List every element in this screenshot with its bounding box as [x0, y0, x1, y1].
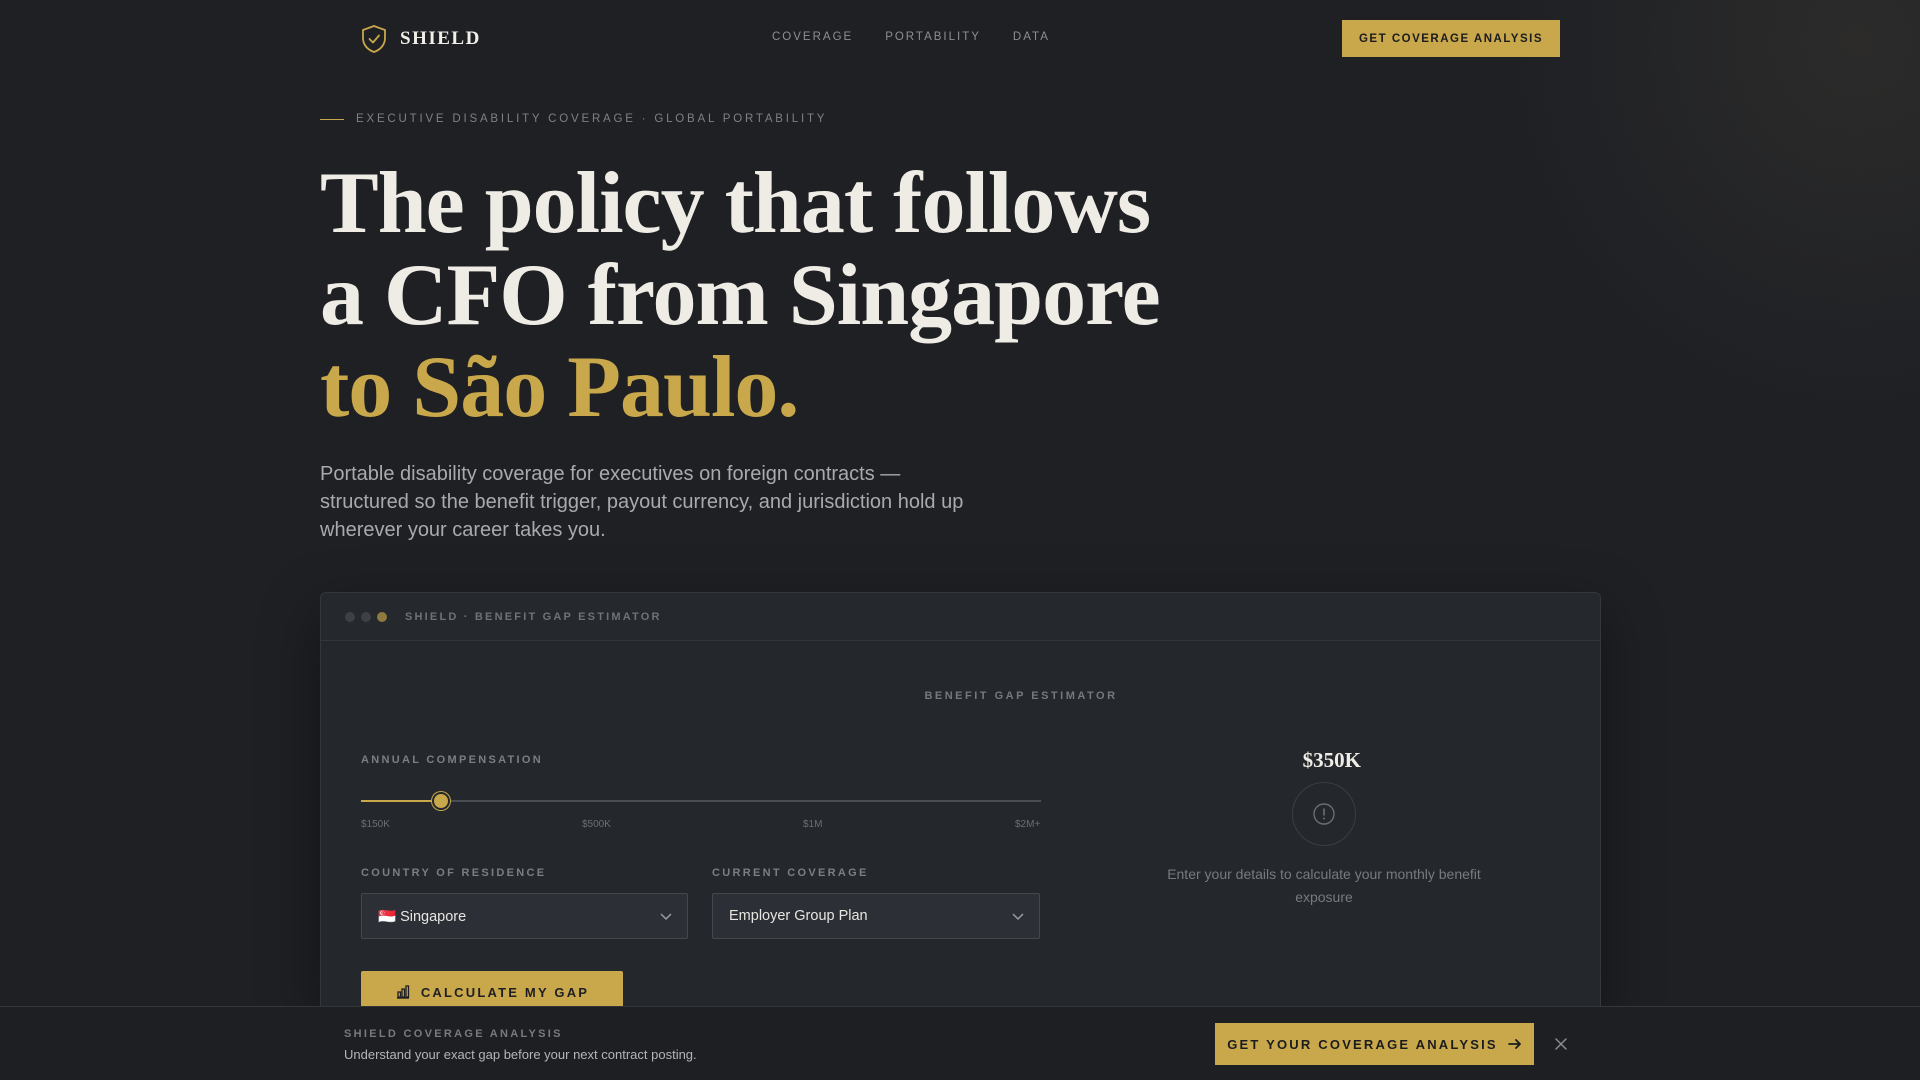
sticky-cta-bar: SHIELD COVERAGE ANALYSIS Understand your…	[0, 1006, 1920, 1080]
slider-tick: $1M	[803, 819, 823, 830]
arrow-right-icon	[1507, 1039, 1521, 1049]
coverage-select[interactable]: Employer Group Plan	[712, 893, 1040, 939]
slider-thumb[interactable]	[431, 792, 450, 810]
card-window-title: SHIELD · BENEFIT GAP ESTIMATOR	[405, 610, 662, 623]
slider-fill	[361, 800, 441, 802]
hero-eyebrow: EXECUTIVE DISABILITY COVERAGE · GLOBAL P…	[320, 113, 827, 125]
slider-tick: $150K	[361, 819, 390, 830]
hero-headline: The policy that follows a CFO from Singa…	[320, 158, 1220, 434]
compensation-label: ANNUAL COMPENSATION	[361, 754, 544, 766]
nav-link-portability[interactable]: PORTABILITY	[885, 31, 981, 43]
close-icon	[1555, 1038, 1567, 1050]
eyebrow-rule	[320, 118, 344, 120]
window-dot	[345, 611, 355, 622]
slider-tick: $2M+	[1015, 819, 1041, 830]
bar-text: Understand your exact gap before your ne…	[344, 1047, 697, 1062]
top-nav: SHIELD COVERAGE PORTABILITY DATA GET COV…	[0, 0, 1920, 76]
get-your-coverage-analysis-button[interactable]: GET YOUR COVERAGE ANALYSIS	[1215, 1023, 1534, 1065]
eyebrow-text: EXECUTIVE DISABILITY COVERAGE · GLOBAL P…	[356, 113, 828, 125]
headline-line-1: The policy that follows	[320, 155, 1151, 252]
compensation-value: $350K	[1302, 748, 1361, 772]
nav-link-coverage[interactable]: COVERAGE	[772, 31, 853, 43]
hero-subcopy: Portable disability coverage for executi…	[320, 463, 964, 541]
compensation-slider[interactable]	[361, 792, 1041, 810]
shield-check-icon	[362, 25, 386, 53]
benefit-gap-estimator-card: SHIELD · BENEFIT GAP ESTIMATOR BENEFIT G…	[320, 592, 1601, 1013]
window-dot	[361, 611, 371, 622]
bar-chart-icon	[396, 985, 409, 999]
empty-state-badge	[1292, 782, 1356, 846]
bar-title: SHIELD COVERAGE ANALYSIS	[344, 1028, 563, 1040]
alert-circle-icon	[1313, 803, 1335, 825]
headline-accent: to São Paulo.	[320, 339, 799, 436]
coverage-select-value: Employer Group Plan	[729, 908, 868, 924]
empty-state-text: Enter your details to calculate your mon…	[1167, 866, 1481, 905]
calculate-label: CALCULATE MY GAP	[420, 984, 590, 1000]
brand-logo[interactable]: SHIELD	[360, 24, 481, 54]
close-bar-button[interactable]	[1551, 1034, 1571, 1054]
window-dot	[377, 611, 387, 622]
nav-link-data[interactable]: DATA	[1013, 31, 1050, 43]
card-titlebar: SHIELD · BENEFIT GAP ESTIMATOR	[321, 593, 1600, 641]
headline-line-2: a CFO from Singapore	[320, 247, 1161, 344]
estimator-section-label: BENEFIT GAP ESTIMATOR	[924, 690, 1118, 702]
country-select-value: 🇸🇬 Singapore	[378, 908, 467, 925]
coverage-label: CURRENT COVERAGE	[712, 867, 869, 879]
get-coverage-analysis-button[interactable]: GET COVERAGE ANALYSIS	[1342, 20, 1560, 57]
country-label: COUNTRY OF RESIDENCE	[361, 867, 547, 879]
brand-name: SHIELD	[400, 28, 481, 49]
chevron-down-icon	[1012, 913, 1024, 921]
slider-tick: $500K	[582, 819, 611, 830]
bar-cta-label: GET YOUR COVERAGE ANALYSIS	[1227, 1036, 1498, 1052]
country-select[interactable]: 🇸🇬 Singapore	[361, 893, 688, 939]
chevron-down-icon	[660, 913, 672, 921]
nav-links: COVERAGE PORTABILITY DATA	[772, 31, 1050, 43]
